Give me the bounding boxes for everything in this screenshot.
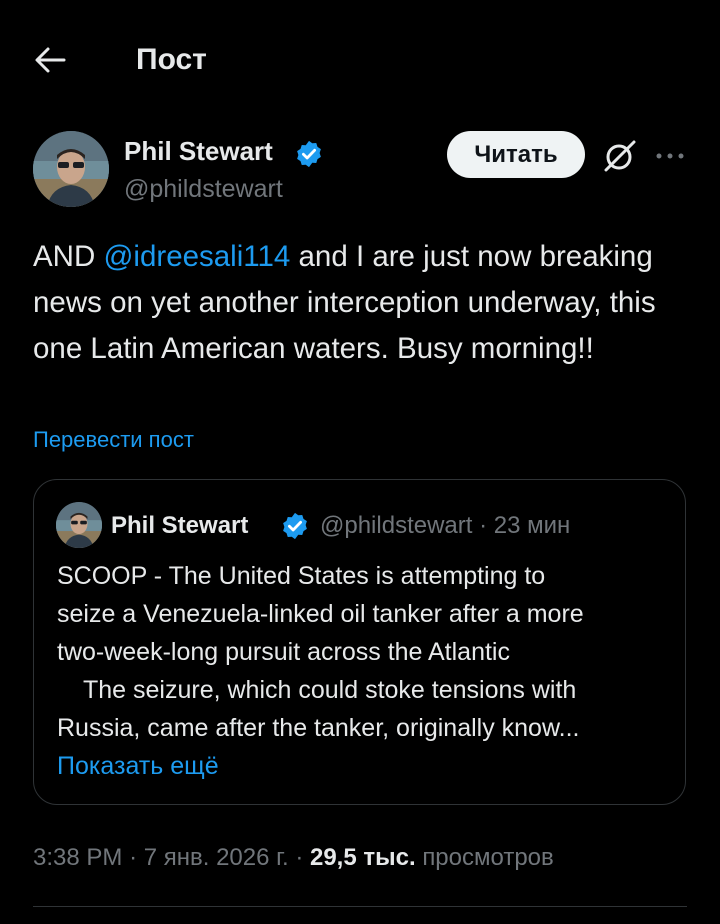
author-name[interactable]: Phil Stewart [124,134,273,168]
avatar[interactable] [33,131,109,207]
more-options-icon[interactable] [653,144,687,168]
quote-meta: @phildstewart · 23 мин [320,510,570,542]
quote-line: Russia, came after the tanker, originall… [57,714,580,742]
grok-icon[interactable] [602,138,638,174]
quote-line: SCOOP - The United States is attempting … [57,562,546,590]
post-time[interactable]: 3:38 PM [33,844,122,871]
translate-post-link[interactable]: Перевести пост [33,424,194,456]
meta-separator: · [129,844,138,871]
quote-line: seize a Venezuela-linked oil tanker afte… [57,600,584,628]
show-more-link[interactable]: Показать ещё [57,748,219,784]
quote-handle: @phildstewart [320,512,473,539]
quote-separator: · [479,512,488,539]
post-metadata: 3:38 PM · 7 янв. 2026 г. · 29,5 тыс. про… [33,842,554,874]
views-label: просмотров [422,844,554,871]
back-button[interactable] [28,38,72,82]
quote-line: two-week-long pursuit across the Atlanti… [57,638,510,666]
arrow-left-icon [35,47,66,73]
meta-separator: · [295,844,304,871]
quote-author-name: Phil Stewart [111,512,249,539]
author-handle[interactable]: @phildstewart [124,172,283,206]
follow-button[interactable]: Читать [447,131,585,178]
quote-verified-badge-icon [280,511,310,541]
quote-line: The seizure, which could stoke tensions … [83,676,577,704]
quote-time: 23 мин [493,512,571,539]
verified-badge-icon [294,139,324,169]
views-count[interactable]: 29,5 тыс. [310,844,416,871]
divider [33,906,687,907]
quote-text: SCOOP - The United States is attempting … [57,557,667,747]
post-date[interactable]: 7 янв. 2026 г. [144,844,289,871]
page-title: Пост [136,43,207,76]
mention-link[interactable]: @idreesali114 [103,240,290,273]
tweet-text: AND @idreesali114 and I are just now bre… [33,234,693,372]
tweet-prefix: AND [33,240,104,273]
quote-avatar [56,502,102,548]
